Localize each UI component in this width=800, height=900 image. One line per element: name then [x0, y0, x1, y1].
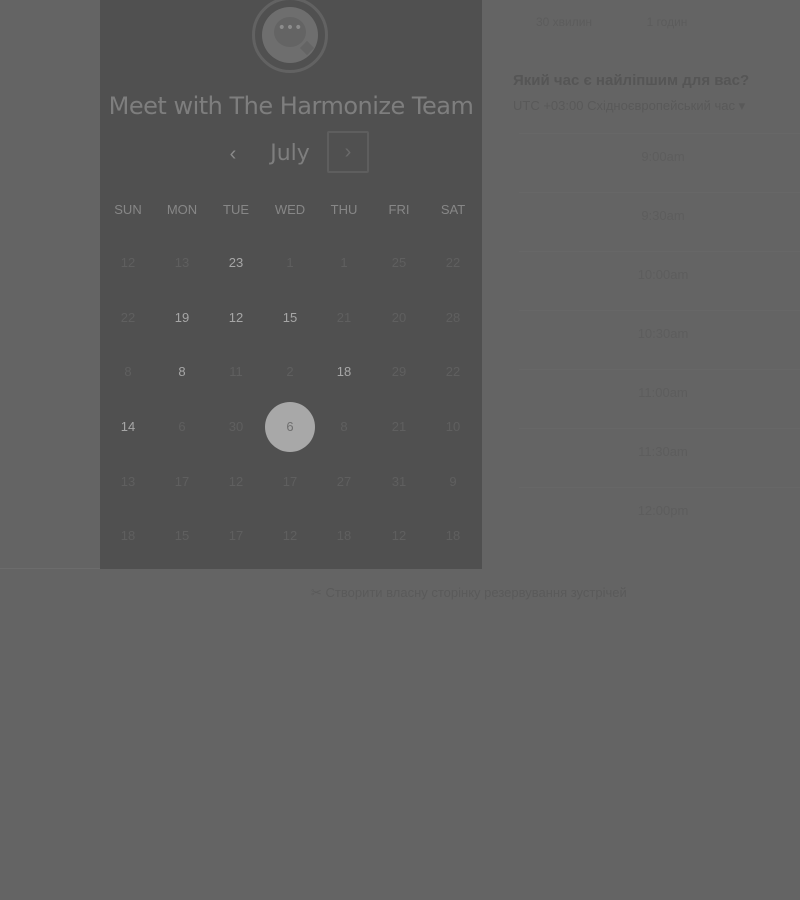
calendar-day: 12	[282, 528, 298, 543]
next-month-button[interactable]: ›	[327, 131, 369, 173]
calendar-day: 18	[445, 528, 461, 543]
calendar-day: 22	[120, 310, 136, 325]
calendar-day: 22	[445, 255, 461, 270]
weekday-label: SUN	[114, 202, 142, 217]
calendar-day: 2	[286, 364, 294, 379]
calendar-day: 20	[391, 310, 407, 325]
calendar-day: 15	[174, 528, 190, 543]
calendar-day: 11	[229, 364, 243, 379]
create-booking-page-link[interactable]: ✂ Створити власну сторінку резервування …	[311, 585, 627, 601]
chat-bubble-icon: •••	[274, 17, 306, 47]
calendar-day-selected[interactable]: 6	[263, 412, 317, 442]
time-slot[interactable]: 9:30am	[519, 192, 800, 239]
calendar-day[interactable]: 14	[101, 412, 155, 442]
calendar-day: 28	[445, 310, 461, 325]
calendar-day: 21	[336, 310, 352, 325]
calendar-day[interactable]: 12	[209, 303, 263, 333]
calendar-day: 17	[282, 474, 298, 489]
time-slot[interactable]: 12:00pm	[519, 487, 800, 534]
calendar-day: 29	[391, 364, 407, 379]
calendar-day: 27	[336, 474, 352, 489]
weekday-label: WED	[274, 202, 306, 217]
calendar-day: 22	[445, 364, 461, 379]
calendar-day[interactable]: 18	[317, 357, 371, 387]
time-question-heading: Який час є найліпшим для вас?	[513, 72, 750, 89]
calendar-day: 17	[228, 528, 244, 543]
calendar-day: 21	[391, 419, 407, 434]
calendar-day: 8	[340, 419, 348, 434]
calendar-day[interactable]: 23	[209, 248, 263, 278]
time-slot[interactable]: 10:00am	[519, 251, 800, 298]
calendar-day: 13	[174, 255, 190, 270]
prev-month-button[interactable]: ‹	[220, 140, 246, 168]
calendar-day: 30	[228, 419, 244, 434]
calendar-day: 18	[120, 528, 136, 543]
calendar-day: 10	[445, 419, 461, 434]
weekday-label: MON	[166, 202, 198, 217]
divider	[0, 568, 100, 569]
weekday-label: TUE	[223, 202, 249, 217]
page-title: Meet with The Harmonize Team	[108, 92, 474, 120]
calendar-day: 9	[449, 474, 457, 489]
calendar-day: 12	[391, 528, 407, 543]
calendar-day: 12	[228, 474, 244, 489]
calendar-day: 18	[336, 528, 352, 543]
weekday-label: THU	[330, 202, 358, 217]
team-logo: •••	[252, 0, 328, 73]
calendar-day: 1	[340, 255, 348, 270]
timezone-select[interactable]: UTC +03:00 Східноєвропейський час ▾	[513, 98, 793, 114]
calendar-day: 25	[391, 255, 407, 270]
duration-option-30[interactable]: 30 хвилин	[519, 15, 609, 29]
calendar-day: 1	[286, 255, 294, 270]
time-slot[interactable]: 11:00am	[519, 369, 800, 416]
calendar-day: 12	[120, 255, 136, 270]
calendar-day: 13	[120, 474, 136, 489]
time-slot[interactable]: 9:00am	[519, 133, 800, 180]
duration-option-60[interactable]: 1 годин	[622, 15, 712, 29]
weekday-label: FRI	[388, 202, 410, 217]
month-label: July	[270, 141, 310, 166]
calendar-day: 6	[178, 419, 186, 434]
calendar-day[interactable]: 19	[155, 303, 209, 333]
calendar-day: 31	[391, 474, 407, 489]
calendar-day: 8	[124, 364, 132, 379]
time-slot[interactable]: 10:30am	[519, 310, 800, 357]
calendar-day[interactable]: 8	[155, 357, 209, 387]
time-slot[interactable]: 11:30am	[519, 428, 800, 475]
weekday-label: SAT	[440, 202, 466, 217]
calendar-day: 17	[174, 474, 190, 489]
calendar-day[interactable]: 15	[263, 303, 317, 333]
